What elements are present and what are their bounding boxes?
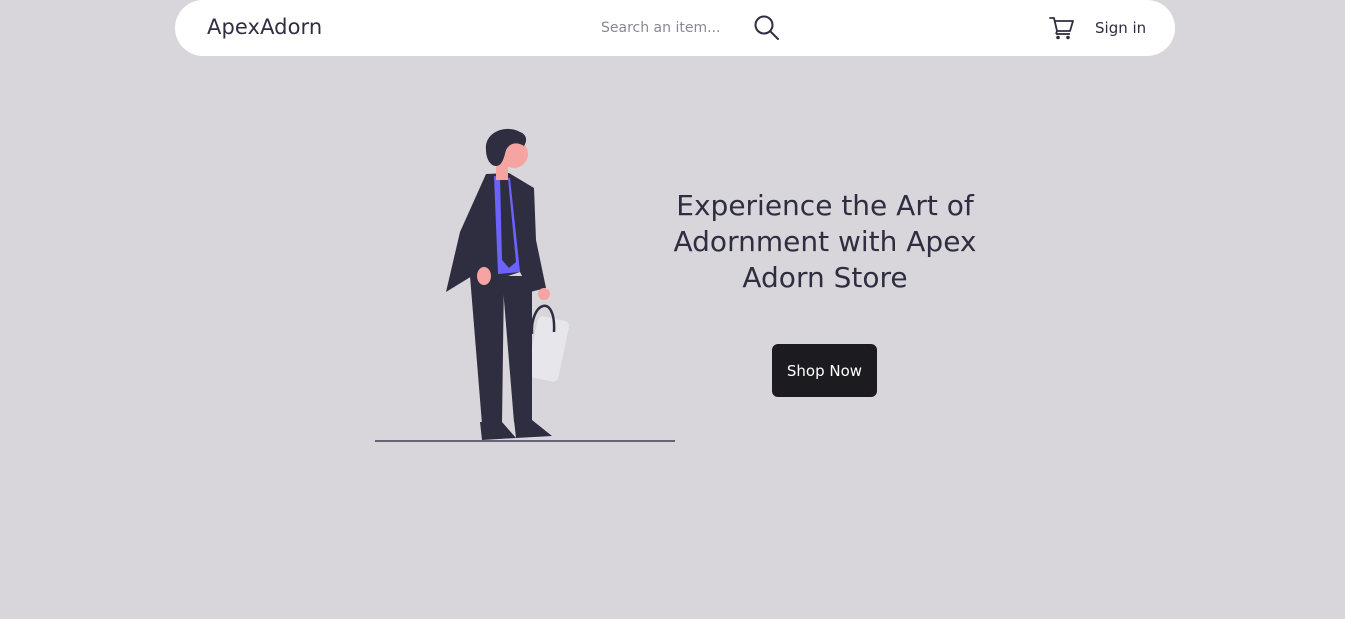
- cart-icon[interactable]: [1049, 16, 1075, 40]
- search-icon[interactable]: [753, 14, 781, 42]
- brand-logo[interactable]: ApexAdorn: [207, 15, 322, 39]
- sign-in-link[interactable]: Sign in: [1095, 19, 1146, 37]
- hero-title: Experience the Art of Adornment with Ape…: [673, 189, 977, 294]
- shop-now-button[interactable]: Shop Now: [772, 344, 877, 397]
- navbar: ApexAdorn Sign in: [175, 0, 1175, 56]
- search-input[interactable]: [595, 14, 757, 42]
- hero-illustration: [374, 126, 676, 444]
